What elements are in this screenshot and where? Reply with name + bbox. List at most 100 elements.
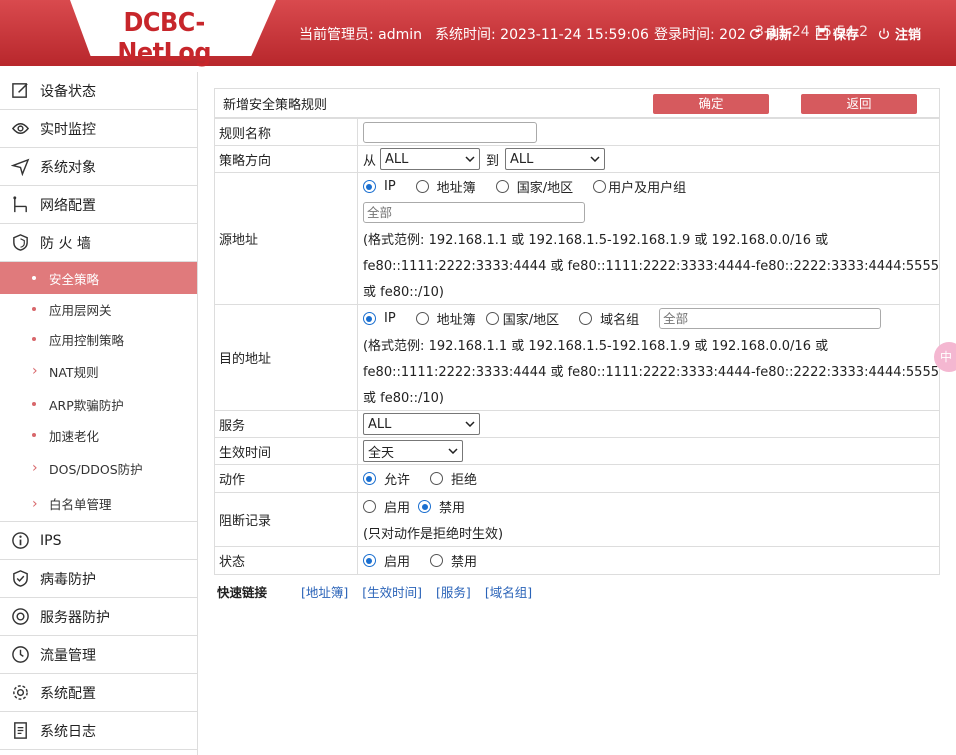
sidebar-subitem-arp[interactable]: ARP欺骗防护 [0,388,197,420]
sidebar-subitem-app-control[interactable]: 应用控制策略 [0,324,197,354]
to-select[interactable]: ALL [505,148,606,170]
block-radio-disable[interactable]: 禁用 [418,497,465,516]
status-radio-disable[interactable]: 禁用 [430,551,477,570]
sidebar-item-traffic[interactable]: 流量管理 [0,636,197,674]
status-radio-enable[interactable]: 启用 [362,551,410,570]
dst-radio-addressbook[interactable]: 地址簿 [415,309,476,328]
service-select[interactable]: ALL [362,413,480,435]
quick-links-label: 快速链接 [217,585,268,600]
sidebar-subitem-nat[interactable]: › NAT规则 [0,354,197,388]
row-direction: 策略方向 从 ALL 到 ALL [214,145,941,173]
sidebar-subitem-label: NAT规则 [49,364,99,380]
radio-icon [579,312,593,325]
row-effective-time: 生效时间 全天 [214,437,941,465]
from-select[interactable]: ALL [380,148,480,170]
src-format-line-1: (格式范例: 192.168.1.1 或 192.168.1.5-192.168… [362,233,829,248]
sidebar-subitem-app-gateway[interactable]: 应用层网关 [0,294,197,324]
sidebar-item-network-config[interactable]: 网络配置 [0,186,197,224]
sidebar-item-system-log[interactable]: 系统日志 [0,712,197,750]
src-radio-country[interactable]: 国家/地区 [495,177,574,196]
login-time: 登录时间: 202 [654,27,746,43]
sidebar-item-device-status[interactable]: 设备状态 [0,72,197,110]
radio-label: 允许 [383,473,410,488]
back-button[interactable]: 返回 [801,94,917,114]
power-icon [878,27,890,39]
chevron-right-icon: › [32,460,38,476]
dst-radio-domain[interactable]: 域名组 [579,309,639,328]
from-label: 从 [362,153,376,169]
time-label: 生效时间 [214,437,358,465]
clock-icon [10,645,30,665]
dst-address-input[interactable] [659,308,882,329]
sidebar-item-label: 系统日志 [40,723,96,740]
action-radio-deny[interactable]: 拒绝 [430,469,477,488]
block-note: (只对动作是拒绝时生效) [362,527,504,542]
logout-label: 注销 [895,28,922,43]
save-button[interactable]: 保存 [815,24,859,43]
system-time: 系统时间: 2023-11-24 15:59:06 [435,27,649,43]
dst-radio-ip[interactable]: IP [362,311,396,326]
src-radio-user[interactable]: 用户及用户组 [593,177,686,196]
radio-checked-icon [362,312,376,325]
sidebar-item-antivirus[interactable]: 病毒防护 [0,560,197,598]
to-select-value: ALL [510,151,534,167]
dst-radio-country[interactable]: 国家/地区 [485,309,559,328]
admin-label: 当前管理员: admin [299,27,423,43]
row-block-log: 阻断记录 启用 禁用 (只对动作是拒绝时生效) [214,492,941,547]
refresh-button[interactable]: 刷新 [748,24,792,43]
radio-icon [362,500,376,513]
rule-name-input[interactable] [362,121,537,143]
src-radio-addressbook[interactable]: 地址簿 [415,177,476,196]
chevron-down-icon [590,156,600,162]
sidebar-subitem-security-policy[interactable]: 安全策略 [0,262,197,294]
top-header: DCBC-NetLog 当前管理员: admin 系统时间: 2023-11-2… [0,0,956,68]
quick-link-service[interactable]: [服务] [436,582,471,601]
quick-link-domain[interactable]: [域名组] [485,582,532,601]
time-select[interactable]: 全天 [362,440,463,462]
rule-name-label: 规则名称 [214,118,358,146]
radio-icon [430,472,443,485]
sidebar-item-label: IPS [40,532,62,549]
radio-checked-icon [362,472,376,485]
radio-label: 启用 [383,501,410,516]
sidebar-item-label: 系统配置 [40,685,96,702]
sidebar-item-label: 设备状态 [40,83,96,100]
logo: DCBC-NetLog [117,8,212,68]
info-icon [10,531,30,551]
sidebar-item-server-protection[interactable]: 服务器防护 [0,598,197,636]
logout-button[interactable]: 注销 [877,24,921,43]
src-radio-ip[interactable]: IP [362,179,396,194]
time-select-value: 全天 [367,445,394,461]
radio-label: 国家/地区 [516,181,574,196]
sidebar-subitem-label: DOS/DDOS防护 [49,461,143,477]
bullet-icon [32,337,36,341]
sidebar-subitem-label: 加速老化 [49,428,100,444]
radio-icon [415,312,429,325]
sidebar-subitem-label: 应用控制策略 [49,332,125,348]
quick-link-time[interactable]: [生效时间] [362,582,422,601]
sidebar-item-system-config[interactable]: 系统配置 [0,674,197,712]
sidebar-subitem-aging[interactable]: 加速老化 [0,420,197,450]
quick-link-addressbook[interactable]: [地址簿] [301,582,348,601]
floating-language-tab[interactable]: 中 [934,342,956,372]
sidebar-subitem-dos[interactable]: › DOS/DDOS防护 [0,450,197,486]
service-select-value: ALL [367,416,392,432]
block-radio-enable[interactable]: 启用 [362,497,410,516]
action-radio-allow[interactable]: 允许 [362,469,410,488]
sidebar-item-ips[interactable]: IPS [0,522,197,560]
to-label: 到 [486,153,500,169]
save-icon [816,27,828,40]
sidebar-subitem-whitelist[interactable]: › 白名单管理 [0,486,197,522]
sidebar-item-label: 实时监控 [40,121,96,138]
sidebar-item-firewall[interactable]: 防 火 墙 [0,224,197,262]
radio-label: 域名组 [600,313,640,328]
radio-checked-icon [362,180,376,193]
radio-icon [485,312,499,325]
confirm-button[interactable]: 确定 [653,94,769,114]
src-address-input[interactable] [362,202,585,223]
gear-icon [10,683,30,703]
sidebar-item-realtime-monitor[interactable]: 实时监控 [0,110,197,148]
from-select-value: ALL [385,151,409,167]
sidebar-item-system-objects[interactable]: 系统对象 [0,148,197,186]
chevron-right-icon: › [32,495,38,512]
